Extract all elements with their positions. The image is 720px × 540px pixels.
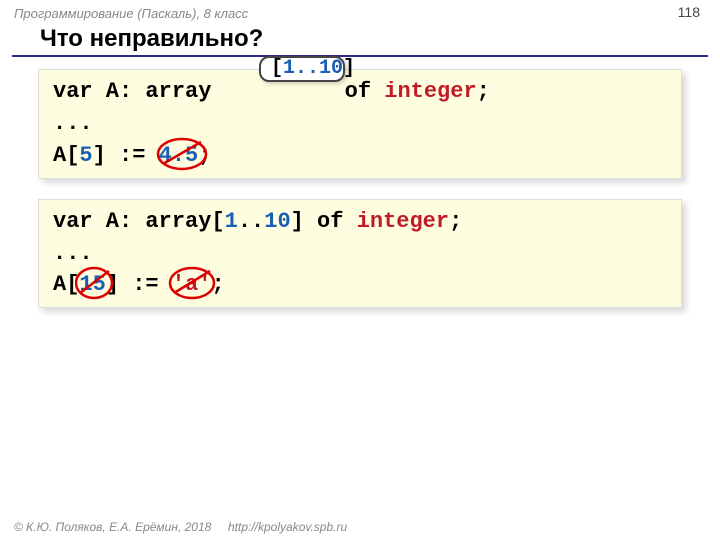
bad-index: 15 xyxy=(79,272,105,297)
code-line: var A: array[1..10] of integer; xyxy=(53,206,667,238)
callout-open: [ xyxy=(271,57,283,80)
code-block-1: [1..10] var A: array of integer; ... A[5… xyxy=(38,69,682,179)
code-text: ] := xyxy=(106,272,172,297)
type-name: integer xyxy=(357,209,449,234)
bad-value: 4.5 xyxy=(159,143,199,168)
code-line: ... xyxy=(53,108,667,140)
code-line: A[5] := 4.5; xyxy=(53,140,667,172)
code-text: A[ xyxy=(53,272,79,297)
copyright-text: © К.Ю. Поляков, Е.А. Ерёмин, 2018 xyxy=(14,520,211,534)
page-number: 118 xyxy=(678,4,700,20)
course-meta: Программирование (Паскаль), 8 класс xyxy=(0,0,720,21)
code-line: var A: array of integer; xyxy=(53,76,667,108)
code-line: A[15] := 'a'; xyxy=(53,269,667,301)
code-text: ; xyxy=(198,143,211,168)
code-text: .. xyxy=(238,209,264,234)
code-block-2: var A: array[1..10] of integer; ... A[15… xyxy=(38,199,682,309)
code-text: ] of xyxy=(291,209,357,234)
callout-range: 1..10 xyxy=(283,57,343,80)
code-text: var A: array xyxy=(53,79,211,104)
type-name: integer xyxy=(384,79,476,104)
callout-close: ] xyxy=(343,57,355,80)
error-mark: 4.5 xyxy=(159,140,199,172)
code-text: A[ xyxy=(53,143,79,168)
bad-value: 'a' xyxy=(172,272,212,297)
code-text: ; xyxy=(449,209,462,234)
error-mark: 'a' xyxy=(172,269,212,301)
slide-title: Что неправильно? xyxy=(12,21,708,57)
code-text: ; xyxy=(211,272,224,297)
code-text: of xyxy=(331,79,384,104)
range-num: 10 xyxy=(264,209,290,234)
footer: © К.Ю. Поляков, Е.А. Ерёмин, 2018 http:/… xyxy=(14,520,347,534)
range-callout: [1..10] xyxy=(259,56,345,82)
code-text: var A: array[ xyxy=(53,209,225,234)
code-line: ... xyxy=(53,238,667,270)
index-literal: 5 xyxy=(79,143,92,168)
range-num: 1 xyxy=(225,209,238,234)
error-mark: 15 xyxy=(79,269,105,301)
footer-url: http://kpolyakov.spb.ru xyxy=(228,520,347,534)
code-text: ] := xyxy=(93,143,159,168)
code-text: ; xyxy=(477,79,490,104)
